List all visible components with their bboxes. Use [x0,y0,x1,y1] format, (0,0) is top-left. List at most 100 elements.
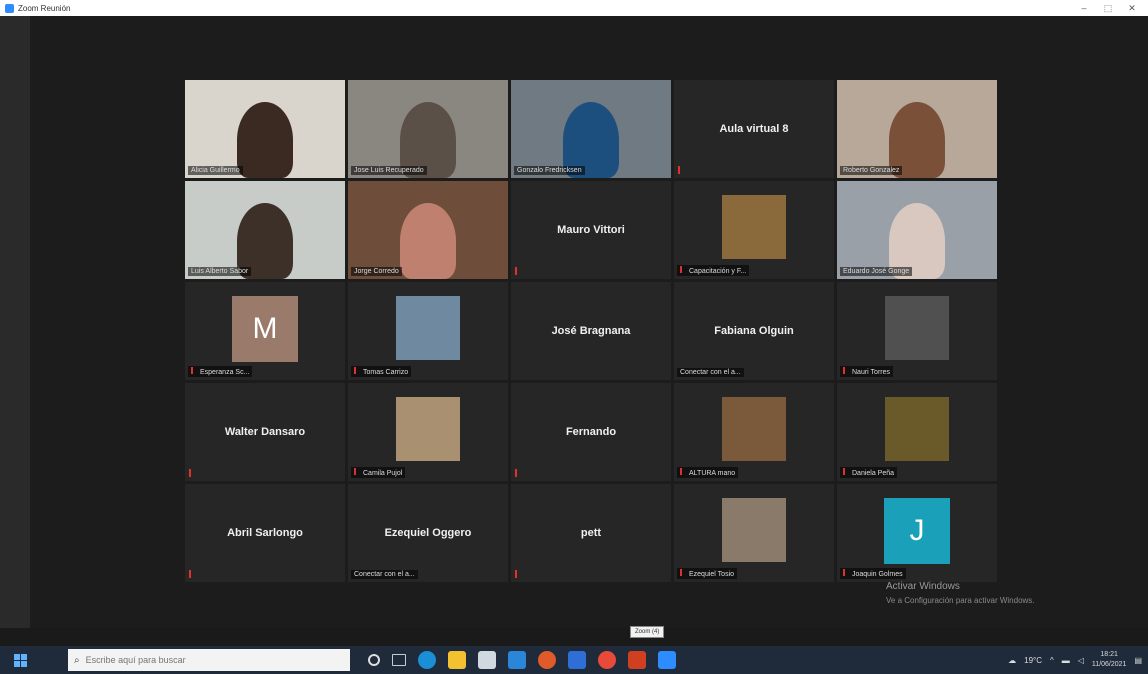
muted-mic-icon [843,367,849,374]
participant-tile[interactable]: Jorge Corredo [348,181,508,279]
muted-mic-icon [678,166,684,174]
participant-label-text: Jorge Corredo [354,268,399,275]
participant-label-text: Esperanza Sc... [200,369,250,376]
participant-tile[interactable]: Ezequiel Tosio [674,484,834,582]
participant-tile[interactable]: M Esperanza Sc... [185,282,345,380]
participant-video [837,181,997,279]
edge-icon[interactable] [418,651,436,669]
muted-mic-icon [680,266,686,273]
participant-name-label: Eduardo José Gonge [840,267,913,276]
participant-name-label: Roberto Gonzalez [840,166,903,175]
participant-tile[interactable]: Mauro Vittori [511,181,671,279]
participant-photo [885,296,949,360]
gallery-grid: Alicia Guillermo Jose Luis Recuperado Gonz… [185,80,1000,582]
participant-tile[interactable]: Abril Sarlongo [185,484,345,582]
maximize-button[interactable]: ⬚ [1096,0,1120,16]
taskbar-tooltip: Zoom (4) [630,626,665,638]
participant-tile[interactable]: Daniela Peña [837,383,997,481]
participant-name-center: Fernando [565,426,617,438]
participant-video [348,181,508,279]
participant-label-text: Joaquin Golmes [852,571,903,578]
participant-tile[interactable]: Fernando [511,383,671,481]
muted-mic-icon [189,469,195,477]
participant-name-label: Jorge Corredo [351,267,402,276]
participant-photo [885,397,949,461]
participant-name-label: Jose Luis Recuperado [351,166,427,175]
file-explorer-icon[interactable] [448,651,466,669]
participant-tile[interactable]: Aula virtual 8 [674,80,834,178]
participant-tile[interactable]: Fabiana Olguin Conectar con el a... [674,282,834,380]
taskbar-search[interactable]: ⌕ [68,649,350,671]
participant-photo [396,397,460,461]
participant-name-center: Abril Sarlongo [227,527,303,539]
participant-tile[interactable]: Tomas Carrizo [348,282,508,380]
participant-tile[interactable]: Camila Pujol [348,383,508,481]
participant-tile[interactable]: Roberto Gonzalez [837,80,997,178]
participant-label-text: Conectar con el a... [680,369,741,376]
participant-tile[interactable]: José Bragnana [511,282,671,380]
start-button[interactable] [0,646,40,674]
minimize-button[interactable]: – [1072,0,1096,16]
chrome-icon[interactable] [598,651,616,669]
participant-label-text: Alicia Guillermo [191,167,240,174]
participant-tile[interactable]: Jose Luis Recuperado [348,80,508,178]
muted-mic-icon [515,469,521,477]
tray-chevron-icon[interactable]: ^ [1050,656,1054,665]
close-button[interactable]: ✕ [1120,0,1144,16]
windows-activation-watermark: Activar Windows Ve a Configuración para … [886,580,1035,608]
participant-tile[interactable]: Capacitación y F... [674,181,834,279]
window-controls: – ⬚ ✕ [1072,0,1144,16]
windows-taskbar: ⌕ ☁ 19°C ^ ▬ ◁ 18:21 11/06/2021 ▤ [0,646,1148,674]
participant-name-label: Joaquin Golmes [840,568,906,579]
participant-tile[interactable]: Eduardo José Gonge [837,181,997,279]
muted-mic-icon [680,569,686,576]
participant-tile[interactable]: Gonzalo Fredricksen [511,80,671,178]
participant-name-label: ALTURA mano [677,467,739,478]
participant-name-center: Walter Dansaro [224,426,306,438]
office-icon[interactable] [628,651,646,669]
participant-name-center: Ezequiel Oggero [384,527,472,539]
participant-tile[interactable]: Nauri Torres [837,282,997,380]
participant-label-text: Luis Alberto Sabor [191,268,249,275]
muted-mic-icon [354,468,360,475]
volume-icon[interactable]: ◁ [1078,656,1084,665]
firefox-icon[interactable] [538,651,556,669]
participant-tile[interactable]: ALTURA mano [674,383,834,481]
window-title: Zoom Reunión [18,3,71,13]
participant-photo [396,296,460,360]
participant-name-label: Gonzalo Fredricksen [514,166,585,175]
participant-video [185,181,345,279]
mail-icon[interactable] [508,651,526,669]
zoom-meeting-icon[interactable] [658,651,676,669]
task-view-icon[interactable] [392,654,406,666]
clock[interactable]: 18:21 11/06/2021 [1092,650,1127,670]
search-input[interactable] [85,655,326,665]
participant-tile[interactable]: pett [511,484,671,582]
participant-name-center: Mauro Vittori [557,224,625,236]
network-icon[interactable]: ▬ [1062,656,1070,665]
participant-label-text: Tomas Carrizo [363,369,409,376]
participant-figure [400,203,456,279]
participant-tile[interactable]: Alicia Guillermo [185,80,345,178]
participant-name-label: Ezequiel Tosio [677,568,738,579]
participant-label-text: Ezequiel Tosio [689,571,735,578]
window-titlebar: Zoom Reunión – ⬚ ✕ [0,0,1148,16]
store-icon[interactable] [478,651,496,669]
participant-tile[interactable]: Walter Dansaro [185,383,345,481]
cortana-icon[interactable] [368,654,380,666]
participant-name-label: Esperanza Sc... [188,366,253,377]
participant-tile[interactable]: Ezequiel Oggero Conectar con el a... [348,484,508,582]
participant-label-text: Nauri Torres [852,369,890,376]
notifications-icon[interactable]: ▤ [1134,656,1142,665]
clock-time: 18:21 [1100,651,1118,658]
participant-photo [722,195,786,259]
muted-mic-icon [515,267,521,275]
participant-tile[interactable]: J Joaquin Golmes [837,484,997,582]
participant-tile[interactable]: Luis Alberto Sabor [185,181,345,279]
participant-video [837,80,997,178]
participant-name-label: Conectar con el a... [677,368,744,377]
participant-name-label: Tomas Carrizo [351,366,412,377]
weather-icon[interactable]: ☁ [1008,656,1016,665]
search-icon: ⌕ [74,654,80,666]
zoom-taskbar-icon[interactable] [568,651,586,669]
